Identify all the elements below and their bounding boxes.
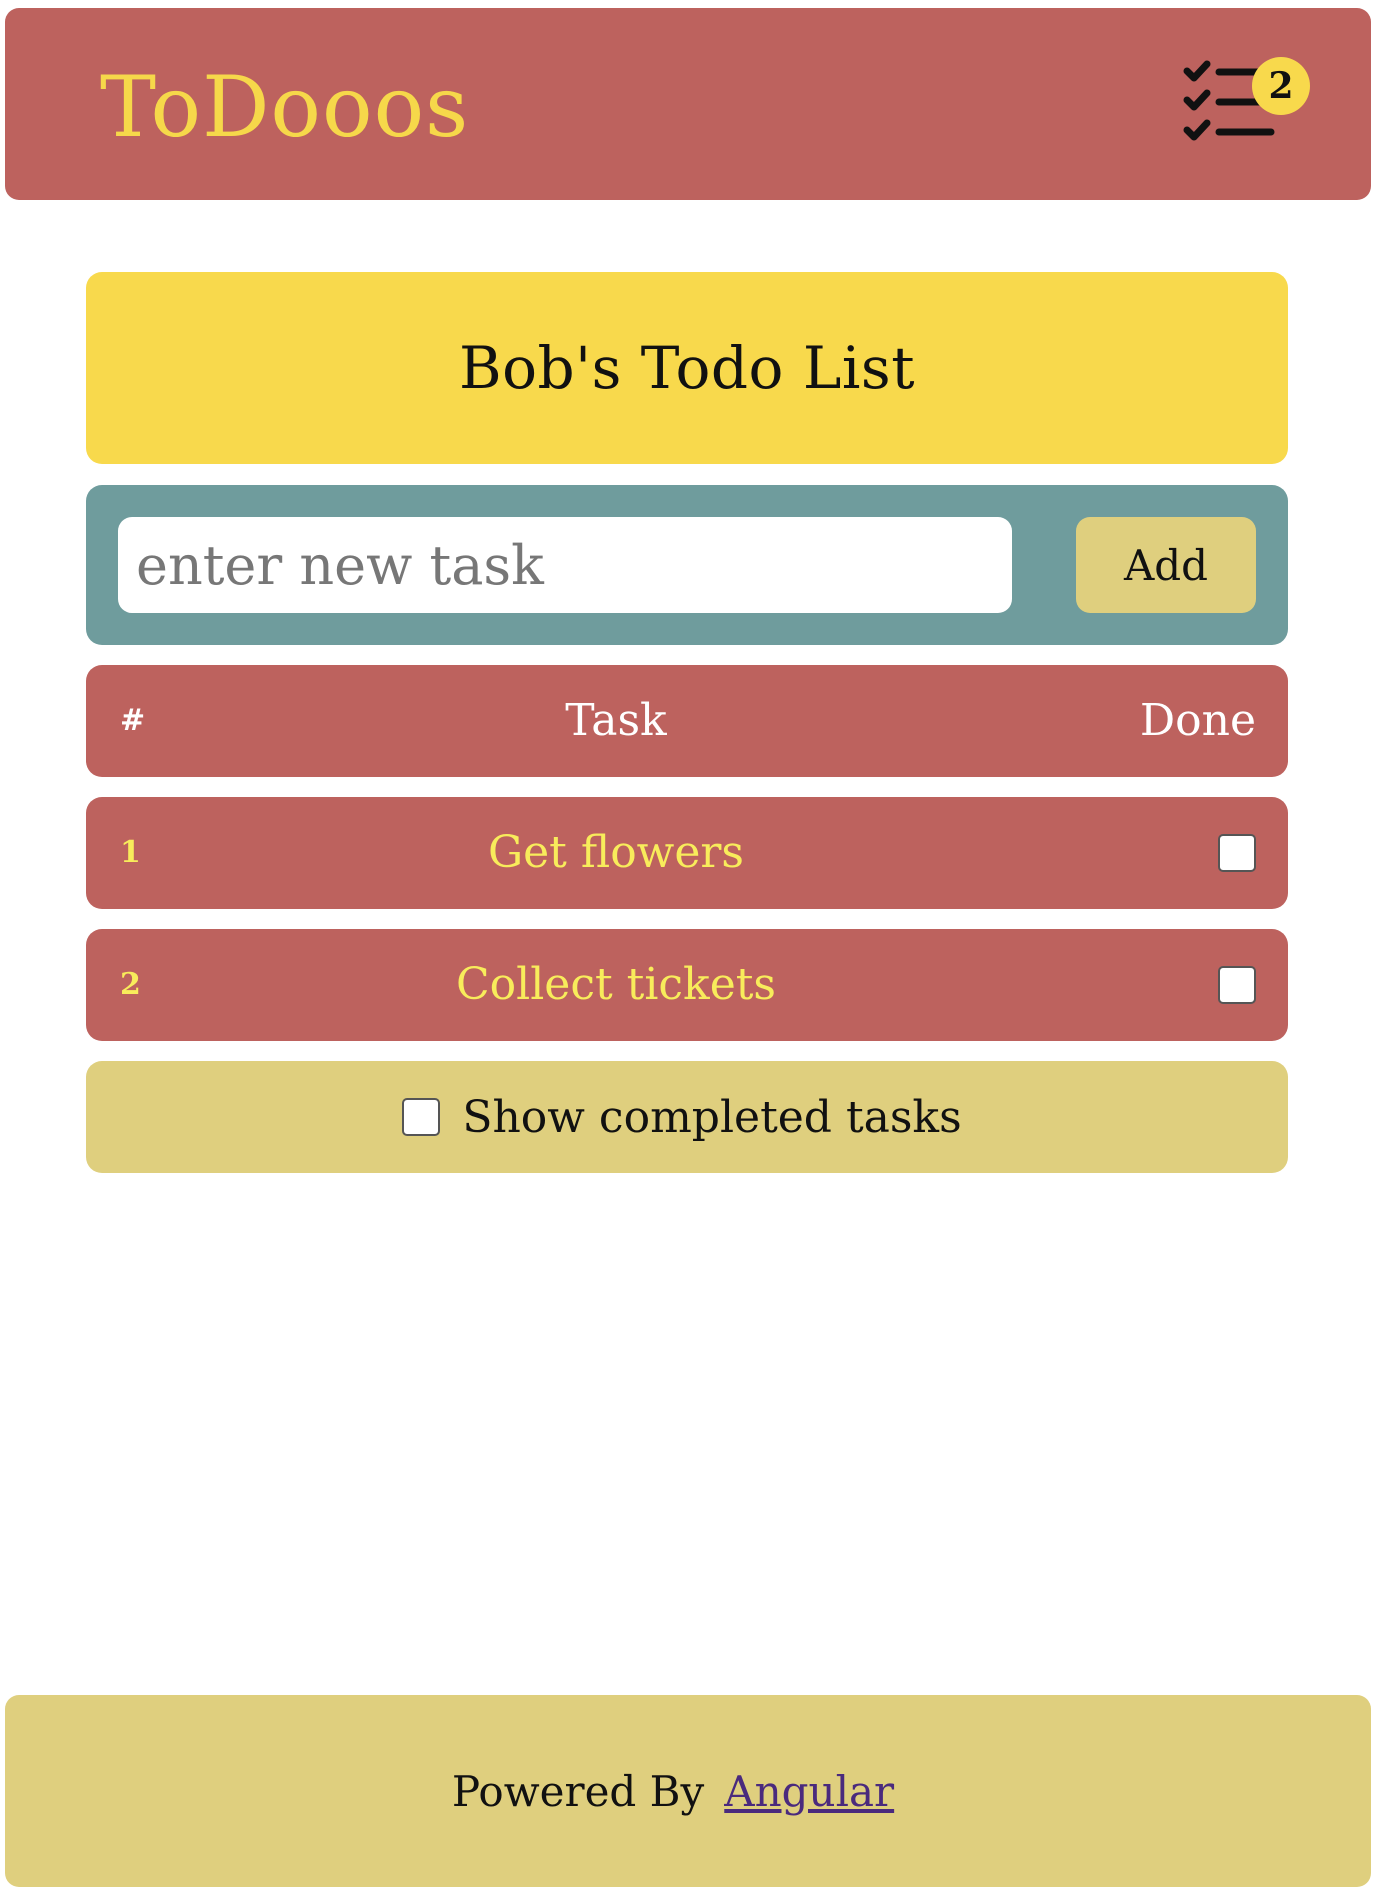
- app-footer: Powered By Angular: [5, 1695, 1371, 1887]
- column-header-done: Done: [1139, 695, 1256, 746]
- column-header-task: Task: [565, 695, 667, 746]
- add-task-button[interactable]: Add: [1076, 517, 1256, 613]
- footer-powered-by: Powered By: [451, 1766, 705, 1816]
- table-header-row: # Task Done: [86, 665, 1288, 777]
- app-brand: ToDooos: [100, 58, 470, 156]
- show-completed-checkbox[interactable]: [402, 1098, 441, 1136]
- list-title-card: Bob's Todo List: [86, 272, 1288, 464]
- task-description: Collect tickets: [455, 959, 776, 1010]
- new-task-bar: Add: [86, 485, 1288, 645]
- todo-app: ToDooos 2 Bob's Todo List Add # Task Don…: [0, 0, 1376, 1896]
- show-completed-label: Show completed tasks: [462, 1091, 962, 1143]
- new-task-input[interactable]: [118, 517, 1012, 613]
- app-header: ToDooos 2: [5, 8, 1371, 200]
- column-header-number: #: [120, 703, 146, 738]
- task-number: 1: [120, 835, 141, 870]
- task-number: 2: [120, 967, 141, 1002]
- pending-count-badge: 2: [1252, 57, 1310, 115]
- table-row: 1 Get flowers: [86, 797, 1288, 909]
- task-done-checkbox[interactable]: [1218, 966, 1256, 1004]
- show-completed-toggle[interactable]: Show completed tasks: [86, 1061, 1288, 1173]
- list-title: Bob's Todo List: [458, 334, 916, 402]
- angular-link[interactable]: Angular: [724, 1767, 894, 1816]
- task-description: Get flowers: [487, 827, 744, 878]
- task-done-checkbox[interactable]: [1218, 834, 1256, 872]
- table-row: 2 Collect tickets: [86, 929, 1288, 1041]
